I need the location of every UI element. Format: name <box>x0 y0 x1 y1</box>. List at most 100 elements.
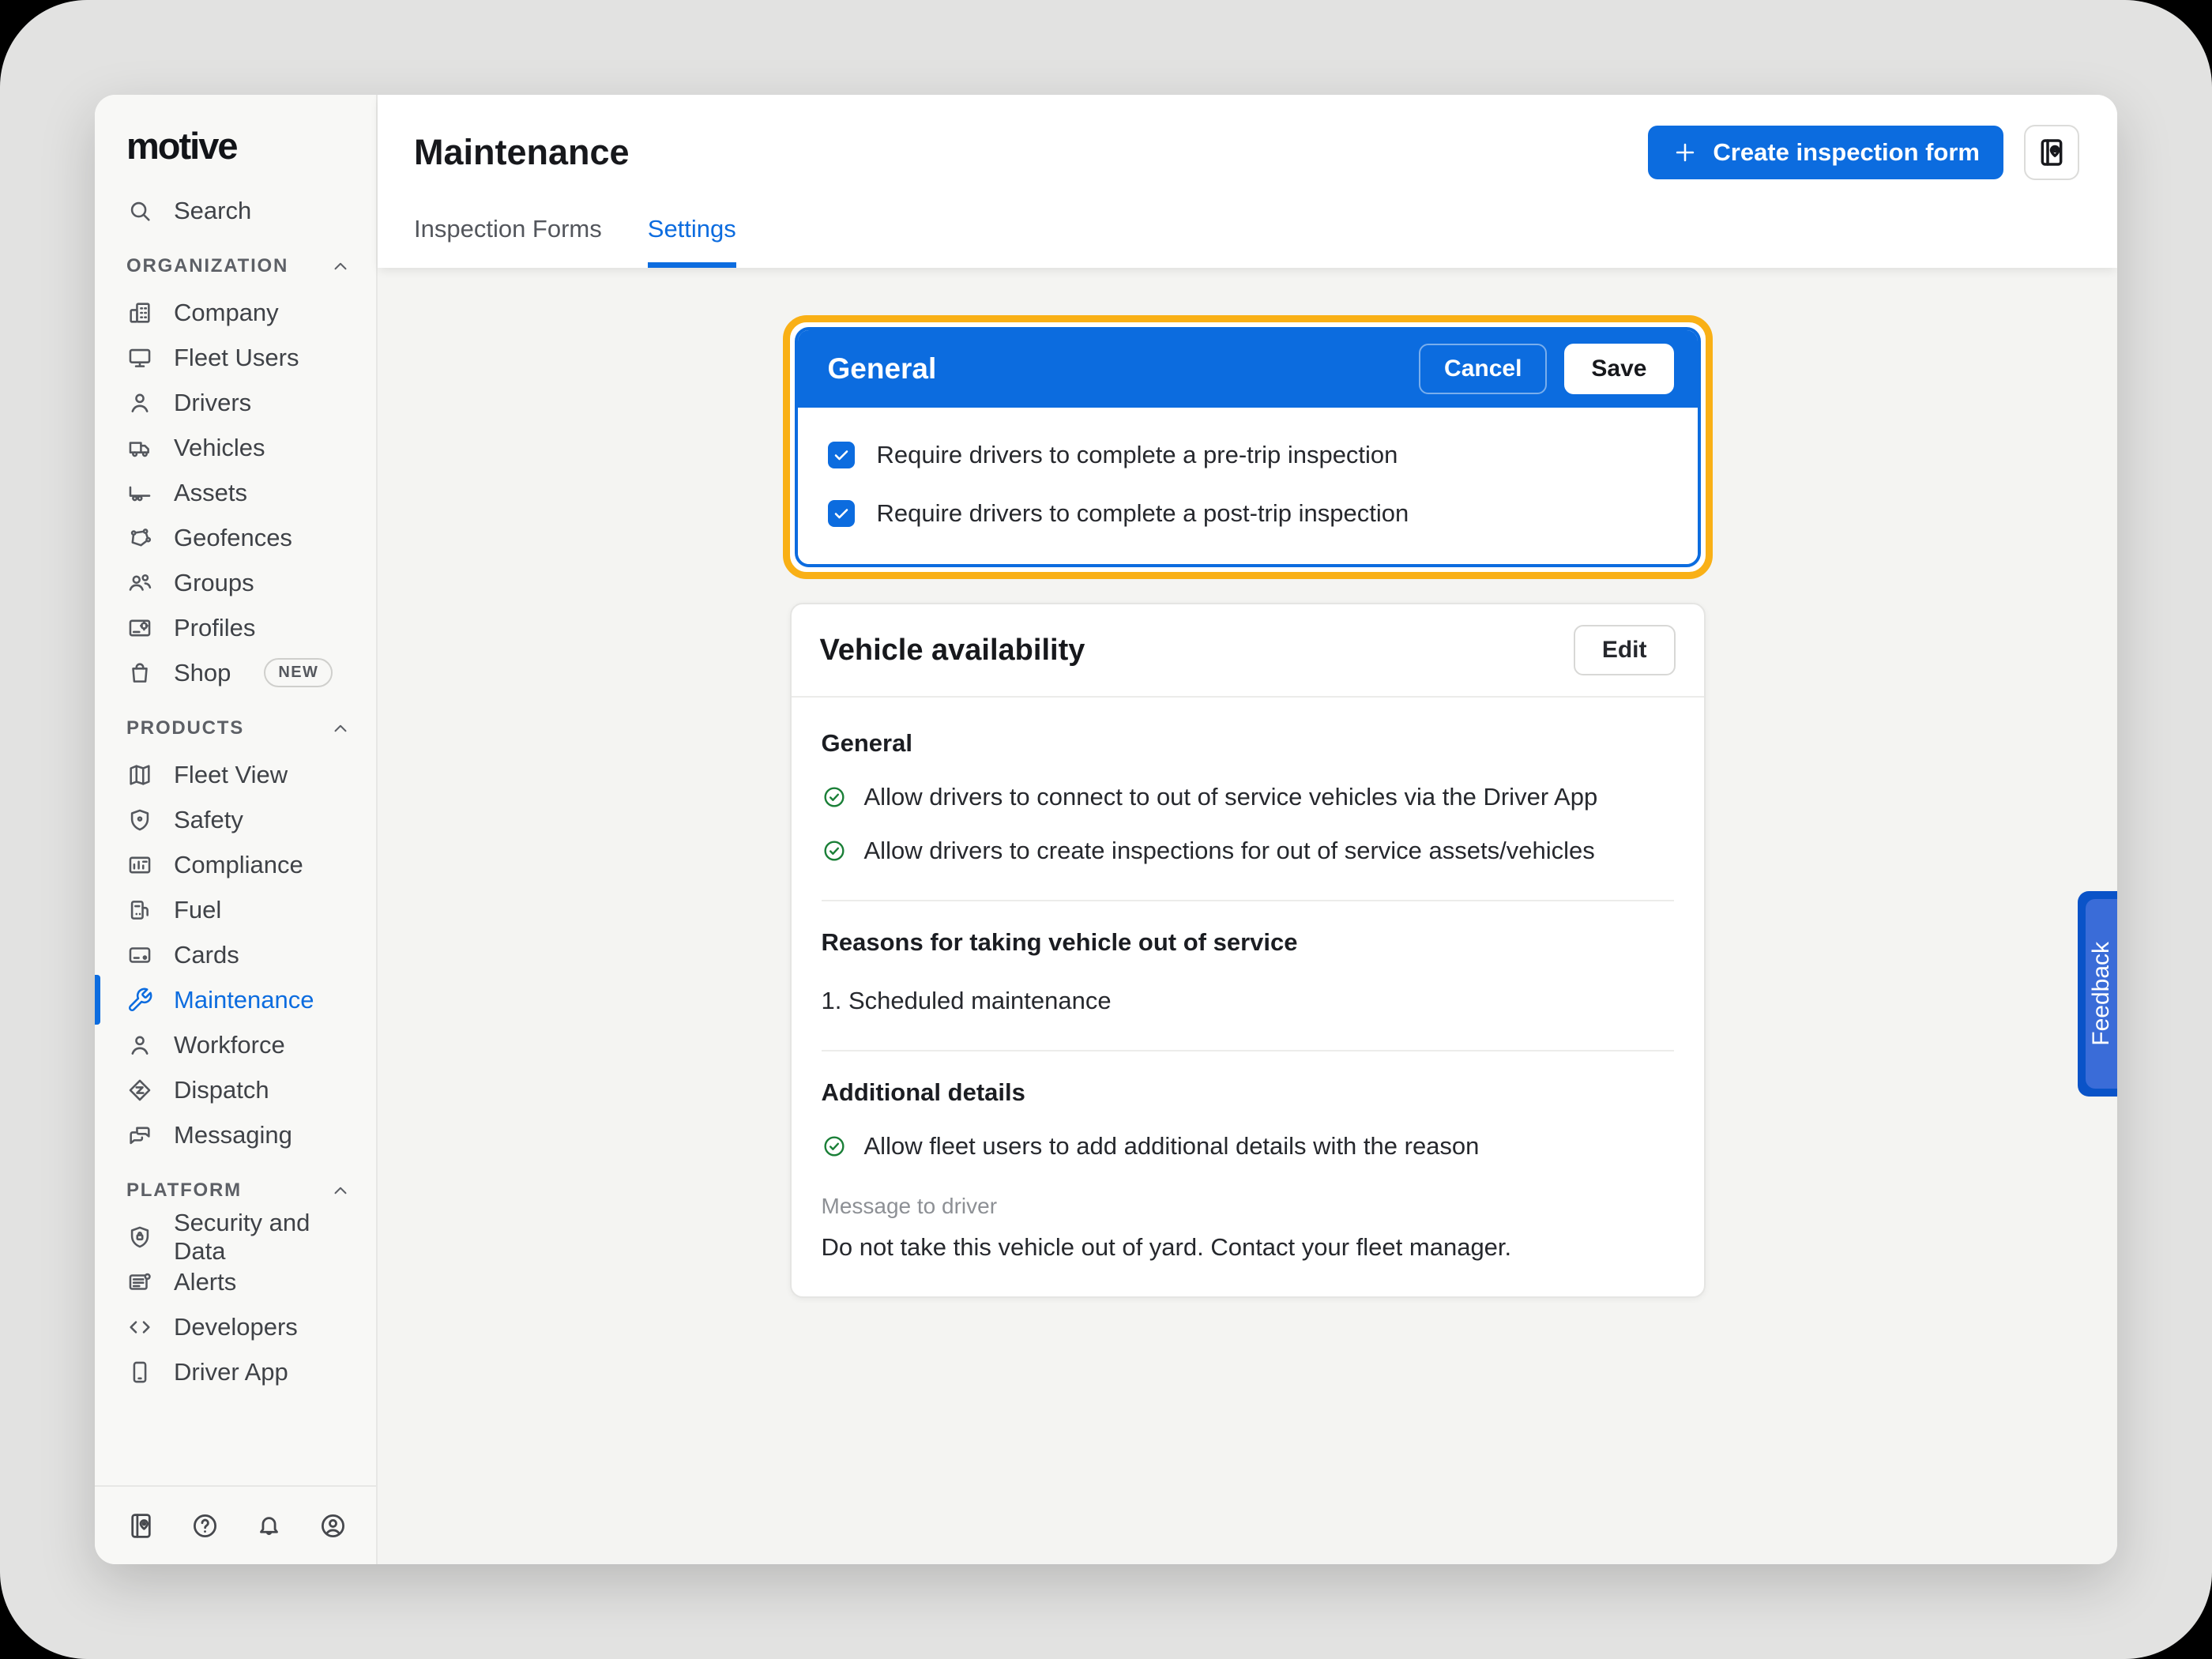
code-icon <box>126 1314 153 1341</box>
edit-button[interactable]: Edit <box>1574 625 1676 675</box>
sidebar-item-maintenance[interactable]: Maintenance <box>126 977 357 1022</box>
sidebar-item-shop[interactable]: Shop NEW <box>126 650 357 695</box>
motive-logo: motive <box>126 123 357 167</box>
settings-content: General Cancel Save Require <box>378 268 2117 1564</box>
person-icon <box>126 389 153 416</box>
chevron-up-icon <box>330 256 351 276</box>
shield-lock-icon <box>126 1224 153 1251</box>
clipboard-chart-icon <box>126 852 153 878</box>
sidebar-section-platform[interactable]: PLATFORM <box>126 1167 357 1214</box>
post-trip-checkbox[interactable] <box>828 500 855 527</box>
shopping-bag-icon <box>126 660 153 687</box>
app-window: motive Search ORGANIZATION Company Fleet… <box>95 95 2117 1564</box>
sidebar-item-developers[interactable]: Developers <box>126 1304 357 1349</box>
sidebar-item-assets[interactable]: Assets <box>126 470 357 515</box>
chevron-up-icon <box>330 718 351 739</box>
message-to-driver-label: Message to driver <box>822 1194 1674 1219</box>
post-trip-inspection-row: Require drivers to complete a post-trip … <box>828 499 1668 528</box>
page-title: Maintenance <box>414 132 630 173</box>
credit-card-icon <box>126 942 153 969</box>
new-badge: NEW <box>264 658 333 687</box>
sidebar-section-organization[interactable]: ORGANIZATION <box>126 243 357 290</box>
chevron-up-icon <box>330 1180 351 1201</box>
sidebar-scroll: motive Search ORGANIZATION Company Fleet… <box>95 95 376 1485</box>
sidebar-item-compliance[interactable]: Compliance <box>126 842 357 887</box>
sidebar-item-messaging[interactable]: Messaging <box>126 1112 357 1157</box>
sidebar-item-alerts[interactable]: Alerts <box>126 1259 357 1304</box>
page-header: Maintenance Create inspection form Inspe… <box>378 95 2117 268</box>
checkbox-label: Require drivers to complete a post-trip … <box>877 499 1409 528</box>
sidebar-item-company[interactable]: Company <box>126 290 357 335</box>
feedback-tab-label: Feedback <box>2088 942 2115 1046</box>
check-icon <box>832 446 851 465</box>
shield-icon <box>126 807 153 833</box>
sidebar-item-groups[interactable]: Groups <box>126 560 357 605</box>
sidebar-item-dispatch[interactable]: Dispatch <box>126 1067 357 1112</box>
sidebar-item-geofences[interactable]: Geofences <box>126 515 357 560</box>
sidebar-item-fuel[interactable]: Fuel <box>126 887 357 932</box>
vehicle-availability-body: General Allow drivers to connect to out … <box>792 698 1704 1296</box>
help-icon[interactable] <box>190 1511 220 1540</box>
pre-trip-inspection-row: Require drivers to complete a pre-trip i… <box>828 441 1668 469</box>
profile-card-icon <box>126 615 153 641</box>
vehicle-availability-header: Vehicle availability Edit <box>792 604 1704 696</box>
tab-bar: Inspection Forms Settings <box>414 215 2079 268</box>
feedback-tab-inner: Feedback <box>2086 899 2117 1089</box>
sidebar-section-products[interactable]: PRODUCTS <box>126 705 357 752</box>
general-subheading: General <box>822 729 1674 758</box>
reasons-subheading: Reasons for taking vehicle out of servic… <box>822 928 1674 957</box>
search-icon <box>126 198 153 224</box>
general-card: General Cancel Save Require <box>795 327 1701 567</box>
account-icon[interactable] <box>318 1511 348 1540</box>
sidebar-item-cards[interactable]: Cards <box>126 932 357 977</box>
general-card-highlight-ring: General Cancel Save Require <box>783 315 1713 579</box>
tab-settings[interactable]: Settings <box>648 215 736 268</box>
sidebar: motive Search ORGANIZATION Company Fleet… <box>95 95 378 1564</box>
create-inspection-form-button[interactable]: Create inspection form <box>1648 126 2003 179</box>
save-button[interactable]: Save <box>1564 344 1673 394</box>
sidebar-item-label: Search <box>174 197 251 225</box>
sidebar-item-driver-app[interactable]: Driver App <box>126 1349 357 1394</box>
feedback-tab[interactable]: Feedback <box>2078 891 2117 1097</box>
people-icon <box>126 570 153 596</box>
guide-button[interactable] <box>2024 125 2079 180</box>
map-icon <box>126 762 153 788</box>
tab-inspection-forms[interactable]: Inspection Forms <box>414 215 602 268</box>
vehicle-availability-title: Vehicle availability <box>820 634 1085 668</box>
sidebar-item-safety[interactable]: Safety <box>126 797 357 842</box>
sidebar-item-profiles[interactable]: Profiles <box>126 605 357 650</box>
setting-row: Allow fleet users to add additional deta… <box>822 1132 1674 1161</box>
chat-icon <box>126 1122 153 1149</box>
check-circle-icon <box>822 784 847 810</box>
motive-wordmark: motive <box>126 124 237 167</box>
notifications-icon[interactable] <box>254 1511 284 1540</box>
geofence-icon <box>126 525 153 551</box>
main-area: Maintenance Create inspection form Inspe… <box>378 95 2117 1564</box>
truck-icon <box>126 434 153 461</box>
plus-icon <box>1672 139 1698 166</box>
sidebar-item-fleet-view[interactable]: Fleet View <box>126 752 357 797</box>
divider <box>822 1050 1674 1051</box>
guide-icon[interactable] <box>126 1511 156 1540</box>
sidebar-item-fleet-users[interactable]: Fleet Users <box>126 335 357 380</box>
pre-trip-checkbox[interactable] <box>828 442 855 468</box>
checkbox-label: Require drivers to complete a pre-trip i… <box>877 441 1398 469</box>
divider <box>822 900 1674 901</box>
cancel-button[interactable]: Cancel <box>1419 344 1547 394</box>
sidebar-item-security-and-data[interactable]: Security and Data <box>126 1214 357 1259</box>
check-icon <box>832 504 851 523</box>
sidebar-item-search[interactable]: Search <box>126 188 357 233</box>
check-circle-icon <box>822 838 847 863</box>
smartphone-icon <box>126 1359 153 1386</box>
wrench-icon <box>126 987 153 1014</box>
reason-item: 1. Scheduled maintenance <box>822 987 1674 1015</box>
guide-icon <box>2036 137 2067 168</box>
alerts-icon <box>126 1269 153 1296</box>
header-actions: Create inspection form <box>1648 125 2079 180</box>
sidebar-item-vehicles[interactable]: Vehicles <box>126 425 357 470</box>
sidebar-item-workforce[interactable]: Workforce <box>126 1022 357 1067</box>
sidebar-item-drivers[interactable]: Drivers <box>126 380 357 425</box>
vehicle-availability-card: Vehicle availability Edit General Allow … <box>790 603 1706 1298</box>
setting-row: Allow drivers to create inspections for … <box>822 837 1674 865</box>
setting-row: Allow drivers to connect to out of servi… <box>822 783 1674 811</box>
